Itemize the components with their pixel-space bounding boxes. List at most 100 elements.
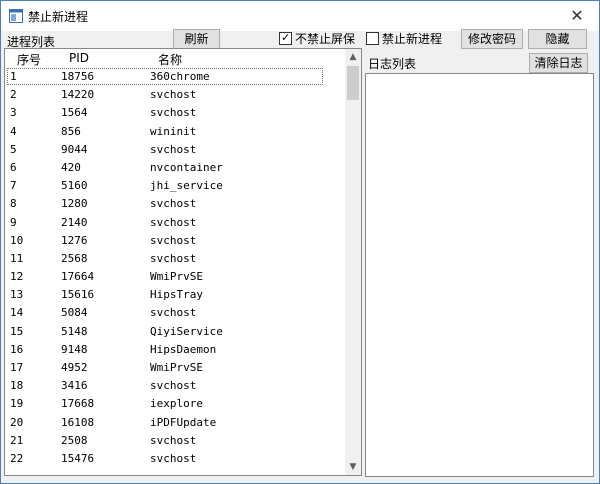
- cell-pid: 15616: [61, 288, 95, 302]
- cell-pid: 5148: [61, 324, 88, 338]
- cell-name: jhi_service: [150, 179, 223, 193]
- table-row[interactable]: 21 2508 svchost: [5, 432, 345, 450]
- cell-pid: 2568: [61, 251, 88, 265]
- change-password-button[interactable]: 修改密码: [461, 29, 523, 49]
- log-list-box[interactable]: [365, 73, 594, 477]
- cell-pid: 16108: [61, 415, 95, 429]
- main-window: 禁止新进程 ✕ 进程列表 刷新 ✓ 不禁止屏保 禁止新进程 修改密码 隐藏 日志…: [0, 0, 600, 484]
- list-header: 序号 PID 名称: [5, 49, 345, 68]
- process-list-view[interactable]: 序号 PID 名称 1 18756 360chrome 2 14220 svchost …: [4, 48, 362, 476]
- process-rows: 1 18756 360chrome 2 14220 svchost 3 1564 svcho…: [5, 68, 345, 468]
- cell-name: svchost: [150, 215, 197, 229]
- cell-name: svchost: [150, 106, 197, 120]
- hide-button[interactable]: 隐藏: [528, 29, 587, 49]
- no-block-screensaver-label: 不禁止屏保: [295, 32, 356, 46]
- table-row[interactable]: 14 5084 svchost: [5, 304, 345, 322]
- cell-pid: 9044: [61, 142, 88, 156]
- table-row[interactable]: 6 420 nvcontainer: [5, 159, 345, 177]
- table-row[interactable]: 12 17664 WmiPrvSE: [5, 268, 345, 286]
- table-row[interactable]: 7 5160 jhi_service: [5, 177, 345, 195]
- cell-index: 3: [10, 106, 17, 120]
- title-bar: 禁止新进程 ✕: [1, 1, 599, 31]
- column-header-index[interactable]: 序号: [17, 51, 41, 68]
- no-block-screensaver-checkbox[interactable]: ✓ 不禁止屏保: [279, 30, 359, 46]
- app-window-icon: [9, 9, 23, 23]
- cell-name: wininit: [150, 124, 197, 138]
- clear-log-button[interactable]: 清除日志: [529, 53, 588, 73]
- vertical-scrollbar[interactable]: ▲ ▼: [345, 49, 361, 475]
- cell-index: 16: [10, 342, 24, 356]
- cell-pid: 17668: [61, 397, 95, 411]
- cell-index: 12: [10, 270, 24, 284]
- cell-index: 8: [10, 197, 17, 211]
- cell-pid: 2508: [61, 433, 88, 447]
- table-row[interactable]: 20 16108 iPDFUpdate: [5, 414, 345, 432]
- table-row[interactable]: 22 15476 svchost: [5, 450, 345, 468]
- table-row[interactable]: 5 9044 svchost: [5, 141, 345, 159]
- table-row[interactable]: 10 1276 svchost: [5, 232, 345, 250]
- cell-index: 10: [10, 233, 24, 247]
- cell-name: svchost: [150, 233, 197, 247]
- cell-pid: 420: [61, 160, 81, 174]
- column-header-name[interactable]: 名称: [158, 51, 182, 68]
- cell-index: 4: [10, 124, 17, 138]
- cell-index: 20: [10, 415, 24, 429]
- cell-index: 18: [10, 379, 24, 393]
- table-row[interactable]: 4 856 wininit: [5, 123, 345, 141]
- cell-name: iexplore: [150, 397, 203, 411]
- cell-name: nvcontainer: [150, 160, 223, 174]
- scroll-down-icon[interactable]: ▼: [345, 459, 361, 475]
- column-header-pid[interactable]: PID: [69, 51, 89, 65]
- table-row[interactable]: 8 1280 svchost: [5, 195, 345, 213]
- cell-name: WmiPrvSE: [150, 270, 203, 284]
- cell-pid: 17664: [61, 270, 95, 284]
- cell-index: 1: [10, 70, 17, 83]
- table-row[interactable]: 2 14220 svchost: [5, 86, 345, 104]
- cell-index: 6: [10, 160, 17, 174]
- table-row[interactable]: 9 2140 svchost: [5, 214, 345, 232]
- block-new-process-checkbox[interactable]: 禁止新进程: [366, 30, 446, 46]
- table-row[interactable]: 19 17668 iexplore: [5, 395, 345, 413]
- table-row[interactable]: 15 5148 QiyiService: [5, 323, 345, 341]
- cell-pid: 14220: [61, 88, 95, 102]
- table-row[interactable]: 17 4952 WmiPrvSE: [5, 359, 345, 377]
- checkbox-box[interactable]: ✓: [279, 31, 292, 45]
- cell-name: svchost: [150, 306, 197, 320]
- cell-index: 11: [10, 251, 24, 265]
- table-row[interactable]: 11 2568 svchost: [5, 250, 345, 268]
- cell-pid: 2140: [61, 215, 88, 229]
- table-row[interactable]: 3 1564 svchost: [5, 104, 345, 122]
- cell-name: QiyiService: [150, 324, 223, 338]
- close-icon[interactable]: ✕: [555, 1, 599, 31]
- scroll-thumb[interactable]: [347, 66, 359, 100]
- scroll-up-icon[interactable]: ▲: [345, 49, 361, 65]
- table-row[interactable]: 13 15616 HipsTray: [5, 286, 345, 304]
- window-title: 禁止新进程: [28, 10, 89, 24]
- table-row[interactable]: 1 18756 360chrome: [5, 68, 345, 86]
- cell-name: HipsDaemon: [150, 342, 217, 356]
- cell-pid: 5160: [61, 179, 88, 193]
- cell-name: iPDFUpdate: [150, 415, 217, 429]
- cell-index: 13: [10, 288, 24, 302]
- cell-pid: 3416: [61, 379, 88, 393]
- cell-name: 360chrome: [150, 70, 210, 83]
- cell-pid: 1280: [61, 197, 88, 211]
- table-row[interactable]: 16 9148 HipsDaemon: [5, 341, 345, 359]
- checkbox-box[interactable]: [366, 32, 379, 45]
- cell-name: svchost: [150, 142, 197, 156]
- cell-pid: 856: [61, 124, 81, 138]
- cell-pid: 1276: [61, 233, 88, 247]
- block-new-process-label: 禁止新进程: [382, 32, 443, 46]
- cell-index: 15: [10, 324, 24, 338]
- check-mark-icon: ✓: [281, 31, 291, 44]
- refresh-button[interactable]: 刷新: [173, 29, 220, 49]
- cell-pid: 1564: [61, 106, 88, 120]
- cell-name: svchost: [150, 88, 197, 102]
- cell-pid: 15476: [61, 451, 95, 465]
- cell-name: svchost: [150, 451, 197, 465]
- cell-pid: 18756: [61, 70, 95, 83]
- cell-name: svchost: [150, 251, 197, 265]
- table-row[interactable]: 18 3416 svchost: [5, 377, 345, 395]
- cell-pid: 5084: [61, 306, 88, 320]
- cell-pid: 9148: [61, 342, 88, 356]
